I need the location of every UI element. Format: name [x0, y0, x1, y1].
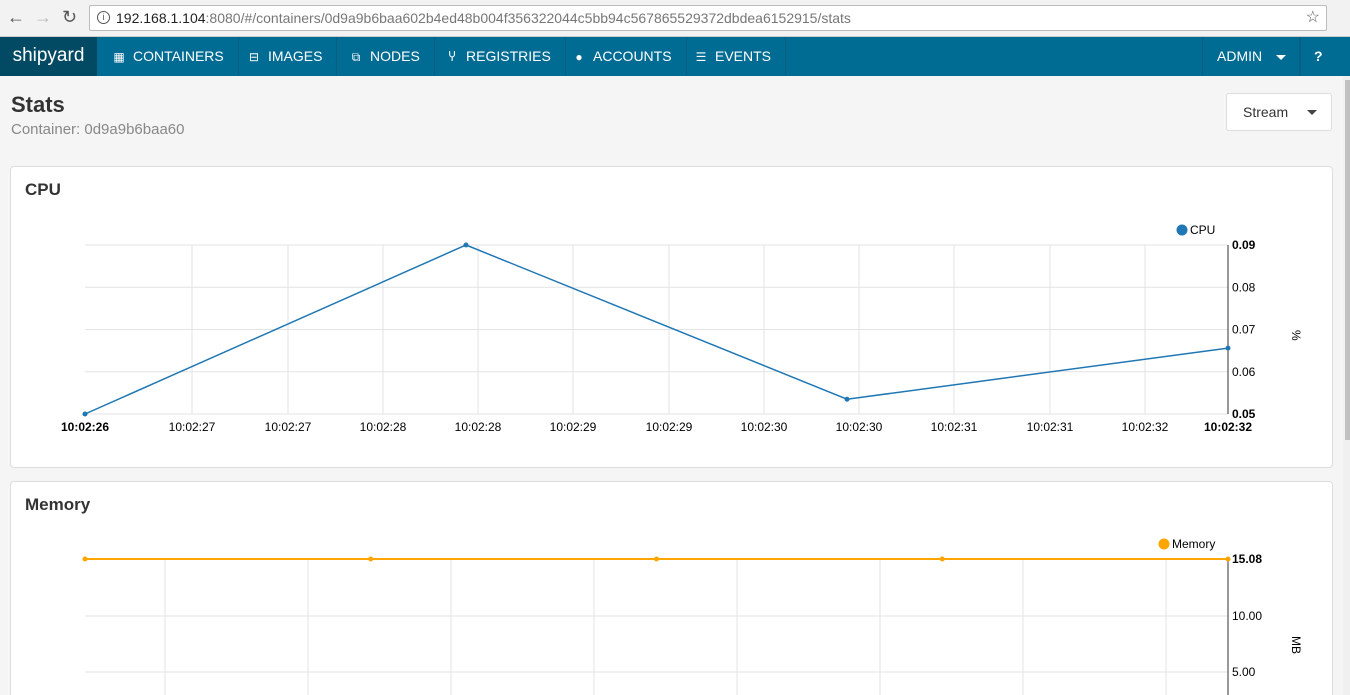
y-tick-label: 0.07	[1232, 323, 1256, 337]
cpu-point	[844, 396, 850, 402]
x-tick-label: 10:02:26	[61, 420, 109, 434]
y-tick-label: 0.06	[1232, 365, 1256, 379]
x-tick-label: 10:02:30	[836, 420, 883, 434]
memory-point	[939, 556, 945, 562]
y-axis-label: MB	[1289, 636, 1303, 654]
x-tick-label: 10:02:31	[931, 420, 978, 434]
memory-point	[368, 556, 374, 562]
legend-marker	[1158, 538, 1170, 550]
y-tick-label: 0.05	[1232, 407, 1256, 421]
x-tick-label: 10:02:27	[169, 420, 216, 434]
x-tick-label: 10:02:28	[455, 420, 502, 434]
y-tick-label: 15.08	[1232, 552, 1262, 566]
legend-label: CPU	[1190, 223, 1215, 237]
cpu-point	[1225, 345, 1231, 351]
x-tick-label: 10:02:29	[550, 420, 597, 434]
memory-point	[654, 556, 659, 562]
y-tick-label: 0.09	[1232, 238, 1256, 252]
legend-label: Memory	[1172, 537, 1215, 551]
y-tick-label: 5.00	[1232, 665, 1256, 679]
y-tick-label: 0.08	[1232, 280, 1256, 294]
y-tick-label: 10.00	[1232, 609, 1262, 623]
x-tick-label: 10:02:29	[646, 420, 693, 434]
memory-point	[1225, 556, 1231, 562]
x-tick-label: 10:02:31	[1027, 420, 1074, 434]
memory-point	[82, 556, 88, 562]
x-tick-label: 10:02:30	[741, 420, 788, 434]
x-tick-label: 10:02:28	[360, 420, 407, 434]
legend-marker	[1176, 224, 1188, 236]
x-tick-label: 10:02:32	[1122, 420, 1169, 434]
y-axis-label: %	[1289, 330, 1303, 341]
cpu-point	[463, 242, 469, 248]
x-tick-label: 10:02:32	[1204, 420, 1252, 434]
x-tick-label: 10:02:27	[265, 420, 312, 434]
scrollbar-thumb[interactable]	[1345, 80, 1350, 440]
charts-svg: 0.09 0.08 0.07 0.06 0.05 10:02:26 10:02:27 10:0…	[61, 223, 1303, 695]
cpu-point	[82, 411, 88, 417]
